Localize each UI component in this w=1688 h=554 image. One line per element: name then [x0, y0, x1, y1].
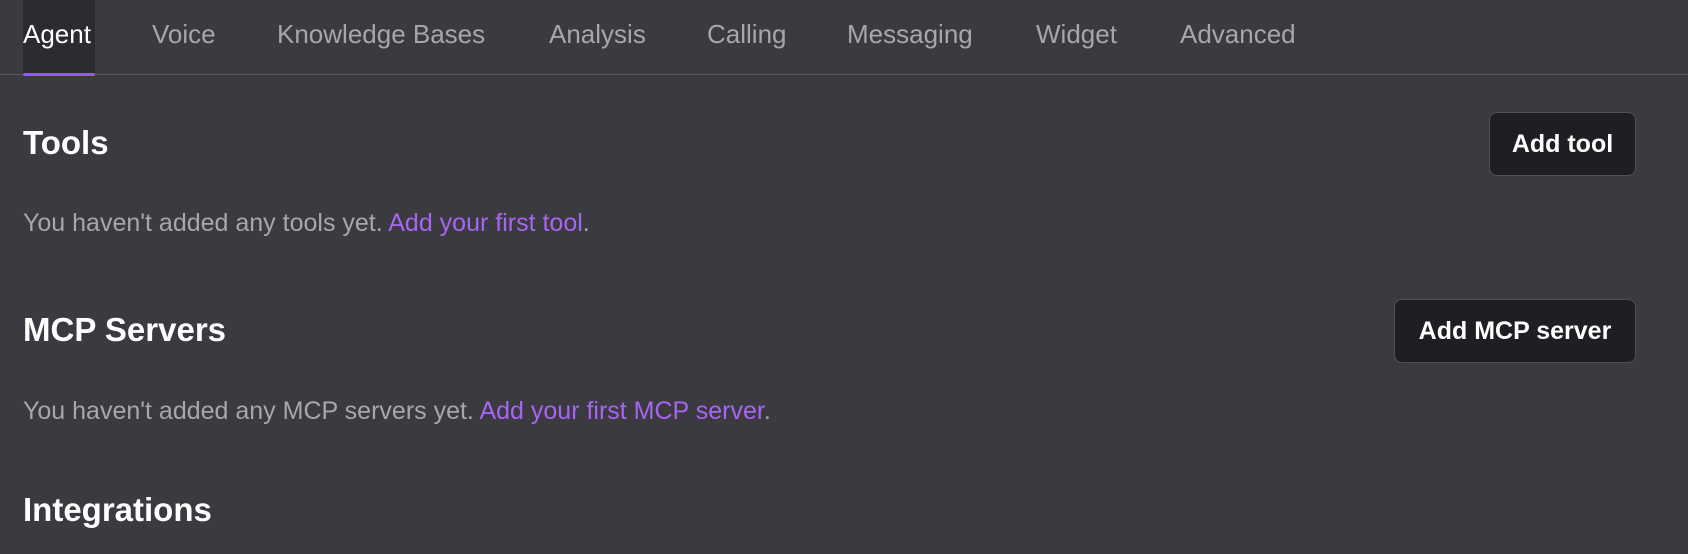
add-tool-button[interactable]: Add tool	[1489, 112, 1636, 176]
tab-advanced[interactable]: Advanced	[1180, 0, 1296, 75]
add-first-mcp-server-link[interactable]: Add your first MCP server	[479, 397, 763, 425]
tab-widget[interactable]: Widget	[1036, 0, 1117, 75]
mcp-empty-suffix: .	[763, 397, 771, 425]
integrations-title: Integrations	[23, 491, 212, 528]
tab-bar: Agent Voice Knowledge Bases Analysis Cal…	[0, 0, 1688, 76]
mcp-empty-text: You haven't added any MCP servers yet.	[23, 397, 480, 425]
tools-empty-message: You haven't added any tools yet. Add you…	[23, 209, 590, 238]
mcp-servers-empty-message: You haven't added any MCP servers yet. A…	[23, 397, 771, 426]
tab-knowledge-bases[interactable]: Knowledge Bases	[277, 0, 485, 75]
tab-agent[interactable]: Agent	[23, 0, 95, 76]
tools-empty-suffix: .	[582, 209, 590, 237]
tab-messaging[interactable]: Messaging	[847, 0, 973, 75]
add-first-tool-link[interactable]: Add your first tool	[388, 209, 583, 237]
mcp-servers-title: MCP Servers	[23, 311, 227, 348]
tab-voice[interactable]: Voice	[152, 0, 216, 75]
tools-title: Tools	[23, 124, 109, 161]
add-mcp-server-button[interactable]: Add MCP server	[1394, 299, 1636, 363]
tools-empty-text: You haven't added any tools yet.	[23, 209, 389, 237]
tab-calling[interactable]: Calling	[707, 0, 787, 75]
tab-analysis[interactable]: Analysis	[549, 0, 646, 75]
